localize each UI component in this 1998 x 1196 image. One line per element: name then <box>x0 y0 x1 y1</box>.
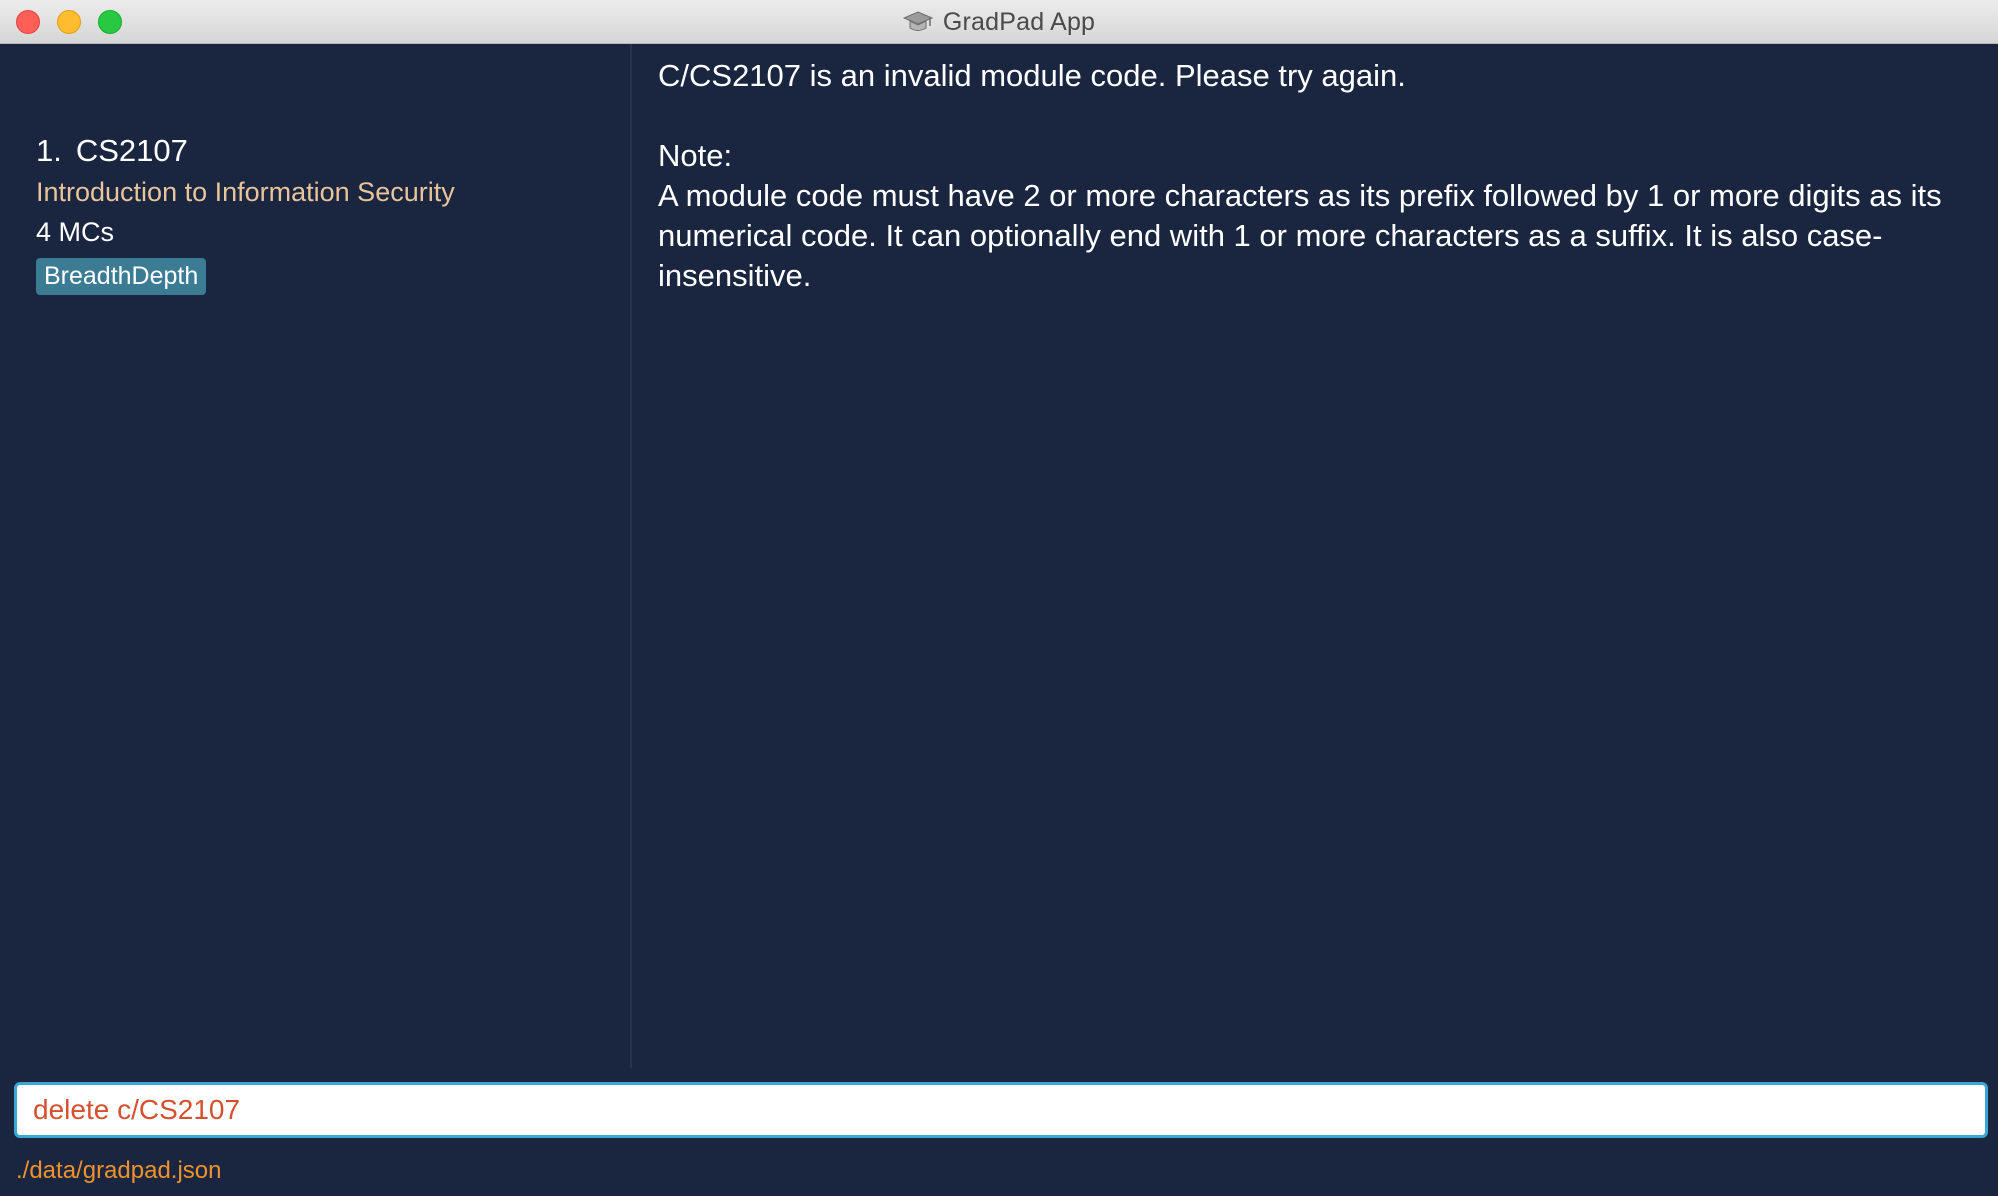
title-bar: GradPad App <box>0 0 1998 44</box>
window-title: GradPad App <box>942 7 1096 36</box>
module-code: CS2107 <box>75 133 188 168</box>
title-group: GradPad App <box>0 0 1998 44</box>
command-input[interactable] <box>33 1094 1933 1126</box>
module-header: 1. CS2107 <box>36 130 616 172</box>
command-box[interactable] <box>14 1082 1988 1138</box>
status-bar-file-path: ./data/gradpad.json <box>16 1157 222 1184</box>
result-message: C/CS2107 is an invalid module code. Plea… <box>658 58 1942 293</box>
module-title: Introduction to Information Security <box>36 177 455 207</box>
result-display-panel: C/CS2107 is an invalid module code. Plea… <box>634 44 1998 1068</box>
module-index: 1. <box>36 133 62 168</box>
app-window: GradPad App 1. CS2107 Introduction to Inf… <box>0 0 1998 1196</box>
module-credits: 4 MCs <box>36 217 115 247</box>
module-tag: BreadthDepth <box>36 258 207 295</box>
module-card[interactable]: 1. CS2107 Introduction to Information Sec… <box>36 88 616 295</box>
module-list-panel[interactable]: 1. CS2107 Introduction to Information Sec… <box>0 44 632 1068</box>
graduation-cap-icon <box>902 11 933 31</box>
